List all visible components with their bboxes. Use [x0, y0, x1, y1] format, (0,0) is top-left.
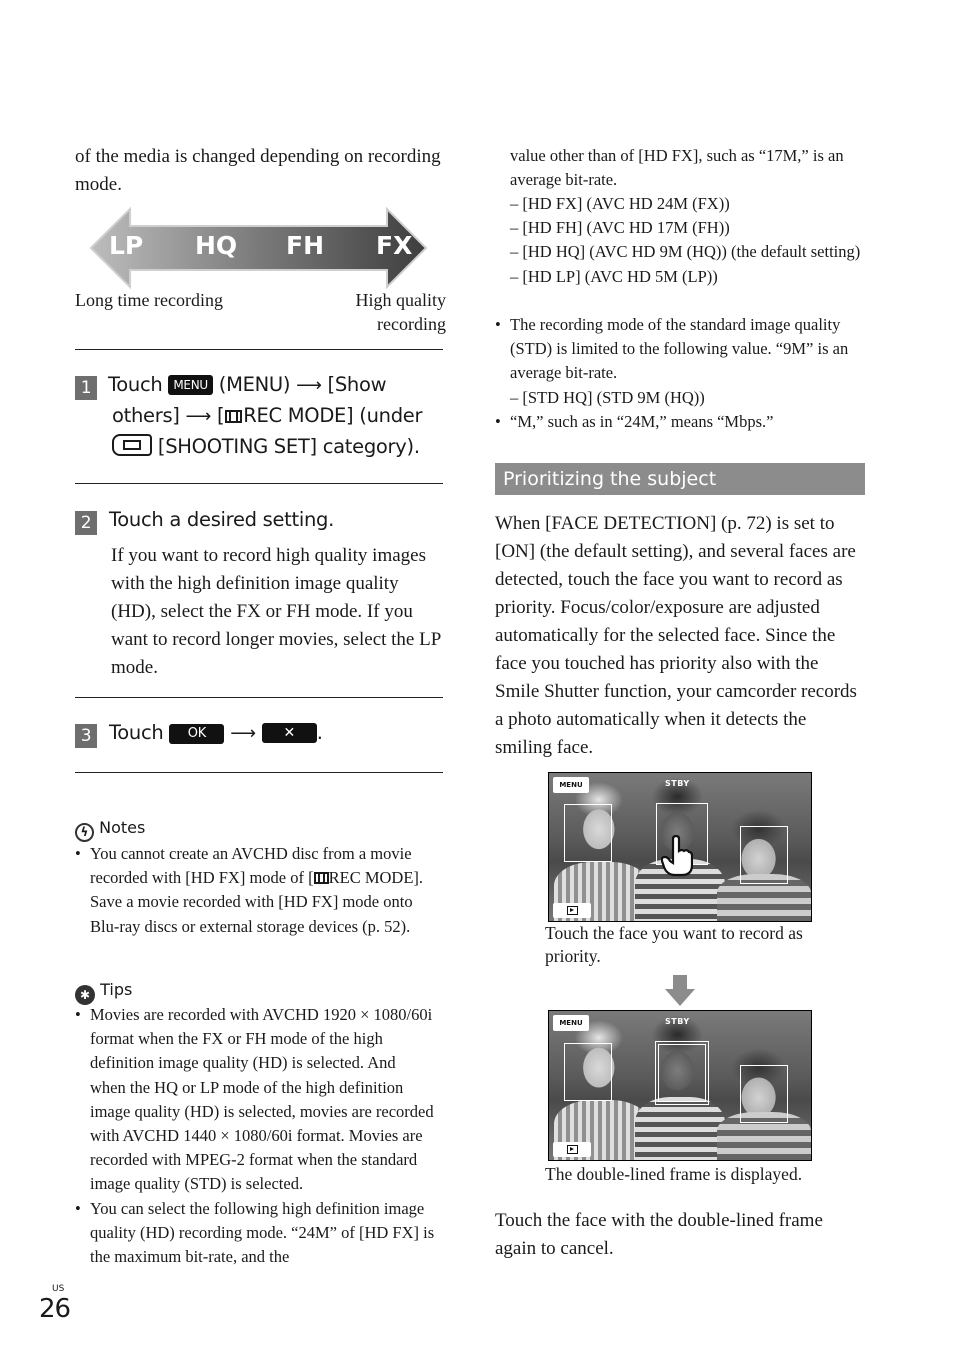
divider: [75, 697, 443, 698]
scale-left-label: Long time recording: [75, 290, 223, 310]
std-mode-item: – [STD HQ] (STD 9M (HQ)): [510, 387, 705, 407]
hd-mode-item: – [HD FH] (AVC HD 17M (FH)): [510, 218, 730, 238]
screen-2-caption: The double-lined frame is displayed.: [545, 1164, 803, 1184]
step-1-text: REC MODE] (under: [243, 404, 423, 427]
face-frame[interactable]: [740, 1065, 788, 1123]
hd-mode-item: – [HD HQ] (AVC HD 9M (HQ)) (the default …: [510, 242, 861, 262]
step-1-text: (MENU): [218, 373, 291, 396]
step-2-title: Touch a desired setting.: [109, 508, 335, 531]
notes-list: You cannot create an AVCHD disc from a m…: [75, 842, 435, 939]
hd-mode-list: – [HD FX] (AVC HD 24M (FX)) – [HD FH] (A…: [510, 192, 865, 289]
step-1: 1 Touch MENU (MENU) ⟶ [Show others] ⟶ [ RE…: [75, 370, 455, 462]
ok-button[interactable]: OK: [169, 724, 225, 744]
step-3: 3 Touch OK ⟶ ✕.: [75, 718, 323, 749]
step-3-period: .: [316, 721, 323, 744]
camera-screen-1: MENU STBY: [548, 772, 812, 922]
mode-scale-arrow: LP HQ FH FX: [75, 206, 445, 292]
tip-item: Movies are recorded with AVCHD 1920 × 10…: [75, 1003, 435, 1197]
intro-text: of the media is changed depending on rec…: [75, 146, 441, 195]
mode-label-hq: HQ: [195, 231, 238, 260]
tip-item: You can select the following high defini…: [75, 1197, 435, 1270]
face-frame[interactable]: [564, 804, 612, 862]
step-number: 2: [75, 511, 97, 535]
screen-menu-button[interactable]: MENU: [553, 777, 589, 793]
mode-label-lp: LP: [109, 231, 144, 260]
playback-button[interactable]: [553, 903, 591, 918]
arrow-right-icon: ⟶: [230, 723, 256, 744]
arrow-right-icon: ⟶: [185, 406, 212, 427]
note-item: You cannot create an AVCHD disc from a m…: [75, 842, 435, 939]
selected-face-frame[interactable]: [655, 1041, 709, 1105]
closing-text: Touch the face with the double-lined fra…: [495, 1210, 823, 1259]
down-arrow-icon: [665, 975, 695, 1006]
tips-heading-label: Tips: [100, 980, 133, 999]
arrow-right-icon: ⟶: [296, 375, 322, 396]
divider: [75, 483, 443, 484]
scale-right-label: High quality recording: [300, 288, 447, 336]
region-label: US: [52, 1284, 65, 1294]
mode-label-fx: FX: [376, 231, 413, 260]
face-frame[interactable]: [564, 1043, 612, 1101]
section-heading: Prioritizing the subject: [495, 463, 865, 495]
playback-button[interactable]: [553, 1142, 591, 1157]
bitrate-text: value other than of [HD FX], such as “17…: [510, 146, 844, 190]
step-1-text: [: [216, 404, 225, 427]
std-bullet: The recording mode of the standard image…: [495, 313, 865, 410]
step-2: 2 Touch a desired setting.: [75, 505, 334, 535]
step-number: 1: [75, 376, 97, 400]
step-2-body: If you want to record high quality image…: [111, 545, 441, 678]
notes-heading-label: Notes: [99, 818, 146, 837]
notes-heading: ϟ Notes: [75, 817, 145, 842]
camera-screen-2: MENU STBY: [548, 1010, 812, 1161]
tips-heading: ✱ Tips: [75, 979, 132, 1005]
mode-label-fh: FH: [286, 231, 325, 260]
screen-1-caption: Touch the face you want to record as pri…: [545, 923, 803, 966]
screen-status: STBY: [665, 1017, 690, 1026]
step-1-text: others]: [112, 404, 180, 427]
menu-button[interactable]: MENU: [168, 375, 213, 395]
touch-hand-icon: [661, 835, 693, 877]
screen-menu-button[interactable]: MENU: [553, 1015, 589, 1031]
film-icon: [313, 872, 329, 885]
std-list: The recording mode of the standard image…: [495, 313, 865, 434]
lightbulb-icon: ✱: [75, 985, 95, 1005]
step-1-text: [SHOOTING SET] category).: [157, 435, 420, 458]
scale-right-label-line2: recording: [377, 314, 446, 334]
face-frame[interactable]: [740, 826, 788, 884]
screen-status: STBY: [665, 779, 690, 788]
step-1-text: [Show: [327, 373, 387, 396]
hd-mode-item: – [HD FX] (AVC HD 24M (FX)): [510, 194, 730, 213]
step-3-touch: Touch: [109, 721, 164, 744]
step-1-touch: Touch: [108, 373, 163, 396]
std-bullet-text: The recording mode of the standard image…: [510, 315, 849, 383]
section-body: When [FACE DETECTION] (p. 72) is set to …: [495, 513, 857, 758]
divider: [75, 349, 443, 350]
film-icon: [225, 410, 243, 423]
hd-mode-item: – [HD LP] (AVC HD 5M (LP)): [510, 266, 718, 286]
page-number: 26: [39, 1294, 71, 1324]
tips-list: Movies are recorded with AVCHD 1920 × 10…: [75, 1003, 435, 1269]
close-button[interactable]: ✕: [261, 723, 317, 743]
step-number: 3: [75, 724, 97, 748]
divider: [75, 772, 443, 773]
notes-icon: ϟ: [75, 823, 94, 842]
scale-right-label-line1: High quality: [355, 290, 447, 310]
camera-category-icon: [112, 434, 152, 456]
m-bullet: “M,” such as in “24M,” means “Mbps.”: [495, 410, 865, 434]
